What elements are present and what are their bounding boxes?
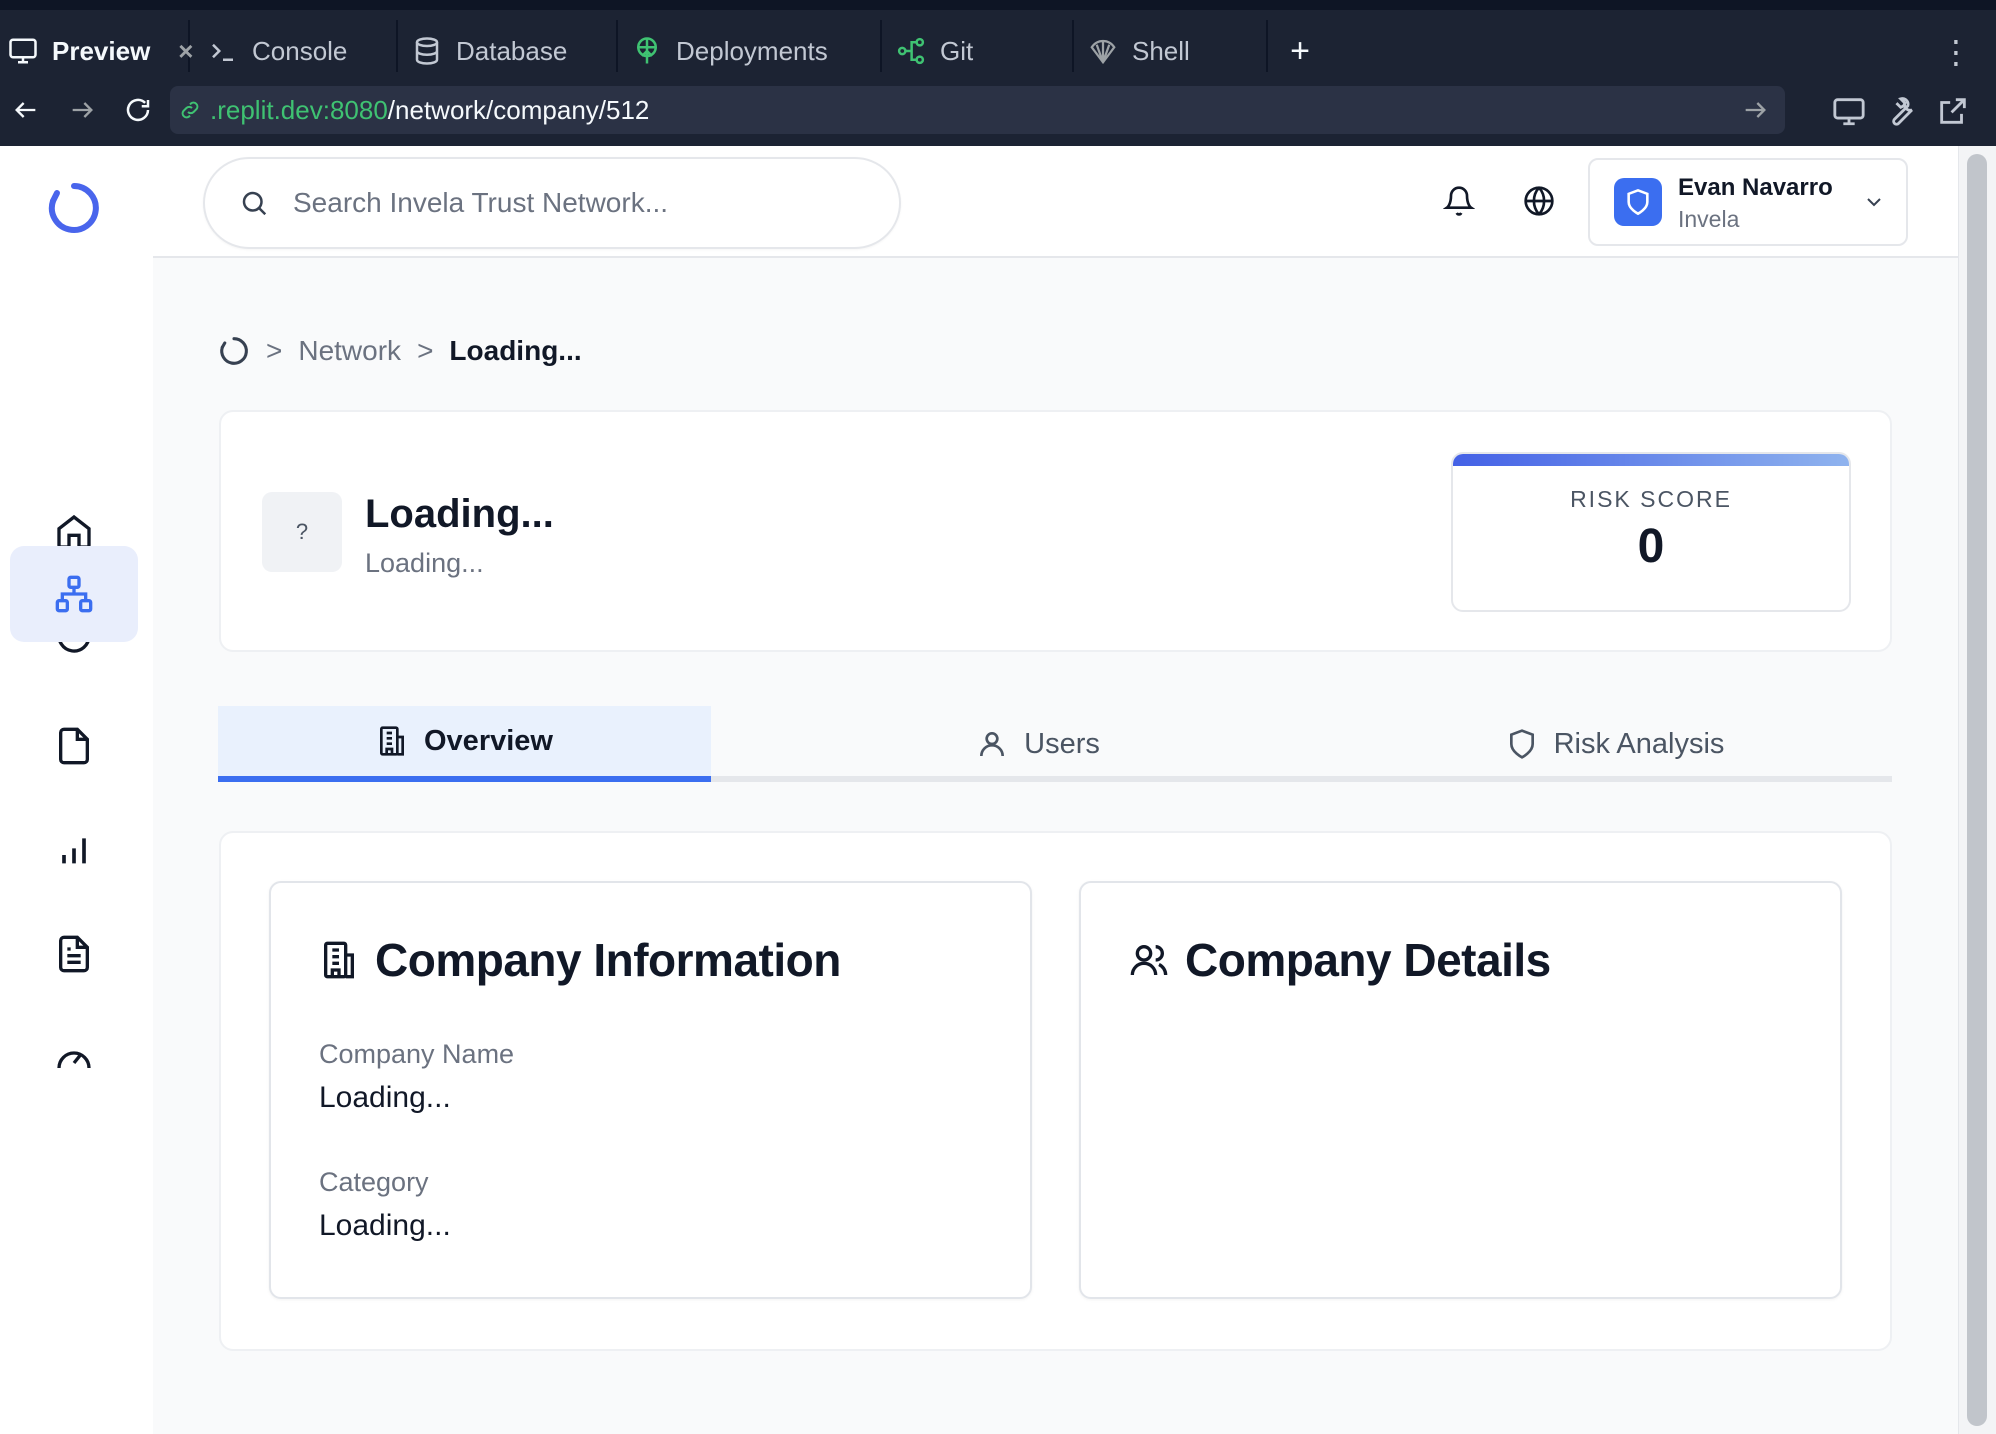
company-information-panel: Company Information Company Name Loading… — [269, 881, 1032, 1299]
user-name: Evan Navarro — [1678, 174, 1833, 201]
devtools-icon[interactable] — [1832, 94, 1866, 128]
tab-label: Preview — [52, 35, 151, 66]
network-icon — [55, 575, 93, 613]
terminal-icon — [208, 36, 238, 66]
add-tab-button[interactable]: + — [1280, 28, 1320, 74]
url-field[interactable]: .replit.dev:8080/network/company/512 — [170, 86, 1785, 134]
company-name-value: Loading... — [319, 1081, 451, 1114]
search-box[interactable] — [203, 157, 901, 249]
breadcrumb-network[interactable]: Network — [298, 335, 401, 367]
sidebar-item-documents[interactable] — [10, 906, 138, 1002]
database-icon — [412, 36, 442, 66]
shield-icon — [1627, 188, 1649, 216]
scrollbar-thumb[interactable] — [1967, 154, 1987, 1426]
company-avatar: ? — [262, 492, 342, 572]
tab-label: Risk Analysis — [1553, 727, 1725, 760]
building-icon — [380, 726, 404, 756]
breadcrumb-current: Loading... — [449, 335, 582, 366]
tab-risk-analysis[interactable]: Risk Analysis — [1338, 706, 1892, 782]
panel-title-text: Company Information — [375, 934, 841, 986]
notifications-button[interactable] — [1437, 179, 1481, 223]
breadcrumb-separator: > — [266, 335, 283, 366]
url-bar: .replit.dev:8080/network/company/512 — [0, 72, 1996, 146]
link-icon — [181, 101, 199, 119]
company-subtitle: Loading... — [365, 548, 484, 578]
company-details-panel: Company Details — [1079, 881, 1842, 1299]
tab-label: Overview — [424, 724, 553, 757]
user-menu[interactable]: Evan Navarro Invela — [1588, 158, 1908, 246]
risk-score-bar — [1453, 454, 1849, 466]
app-viewport: Evan Navarro Invela > Network > Loading.… — [0, 146, 1958, 1434]
search-input[interactable] — [293, 187, 853, 219]
bar-chart-icon — [62, 838, 86, 864]
panel-title: Company Details — [1129, 933, 1551, 987]
building-icon — [324, 941, 354, 979]
tab-label: Console — [252, 35, 348, 66]
bell-icon — [1443, 186, 1475, 216]
wrench-icon[interactable] — [1884, 94, 1918, 128]
url-host: .replit.dev:8080 — [210, 94, 388, 125]
company-tabs: Overview Users Risk Analysis — [218, 706, 1892, 782]
shell-icon — [1088, 36, 1118, 66]
external-link-icon[interactable] — [1936, 94, 1970, 128]
panel-title-text: Company Details — [1185, 934, 1551, 986]
sidebar — [0, 146, 153, 1434]
go-arrow-icon[interactable] — [1741, 96, 1769, 124]
tab-label: Shell — [1132, 35, 1190, 66]
gauge-icon — [57, 1051, 91, 1069]
panel-title: Company Information — [319, 933, 841, 987]
reload-icon — [126, 98, 150, 122]
url-path: /network/company/512 — [387, 94, 650, 125]
risk-score-label: RISK SCORE — [1570, 486, 1732, 512]
forward-button[interactable] — [58, 86, 106, 134]
top-bar: Evan Navarro Invela — [153, 146, 1958, 258]
sidebar-item-network[interactable] — [10, 546, 138, 642]
file-icon — [59, 727, 89, 765]
user-org: Invela — [1678, 206, 1740, 232]
more-menu-icon[interactable]: ⋮ — [1940, 30, 1972, 74]
reload-button[interactable] — [114, 86, 162, 134]
risk-score-card: RISK SCORE 0 — [1451, 452, 1851, 612]
user-icon — [980, 732, 1005, 757]
back-button[interactable] — [2, 86, 50, 134]
breadcrumb: > Network > Loading... — [218, 326, 582, 376]
category-value: Loading... — [319, 1209, 451, 1242]
git-icon — [896, 36, 926, 66]
sidebar-item-performance[interactable] — [10, 1010, 138, 1106]
arrow-left-icon — [15, 102, 36, 118]
tab-label: Deployments — [676, 35, 828, 66]
tab-label: Git — [940, 35, 974, 66]
tab-users[interactable]: Users — [758, 706, 1318, 782]
risk-score-value: 0 — [1637, 520, 1665, 573]
search-icon — [242, 191, 267, 216]
overview-content-card: Company Information Company Name Loading… — [219, 831, 1892, 1351]
category-label: Category — [319, 1167, 429, 1197]
avatar — [1614, 178, 1662, 226]
company-header-card: ? Loading... Loading... RISK SCORE 0 — [219, 410, 1892, 652]
breadcrumb-separator: > — [417, 335, 434, 366]
invela-logo-icon[interactable] — [48, 182, 100, 234]
page-scrollbar[interactable] — [1958, 146, 1996, 1434]
ide-tab-bar: Preview × Console Database Deployments G… — [0, 0, 1996, 82]
deployments-icon — [632, 36, 662, 66]
arrow-right-icon — [72, 102, 93, 118]
shield-icon — [1509, 729, 1534, 759]
monitor-icon — [8, 36, 38, 66]
tab-label: Database — [456, 35, 568, 66]
chevron-down-icon — [1867, 198, 1881, 207]
language-button[interactable] — [1517, 179, 1561, 223]
document-icon — [59, 935, 89, 973]
sidebar-item-insights[interactable] — [10, 802, 138, 898]
company-title: Loading... — [365, 492, 554, 536]
users-icon — [1130, 945, 1168, 976]
globe-icon — [1524, 186, 1554, 216]
company-name-label: Company Name — [319, 1039, 515, 1069]
tab-label: Users — [1024, 727, 1100, 760]
tab-overview[interactable]: Overview — [218, 706, 711, 782]
sidebar-item-files[interactable] — [10, 698, 138, 794]
home-logo-icon[interactable] — [218, 335, 250, 367]
